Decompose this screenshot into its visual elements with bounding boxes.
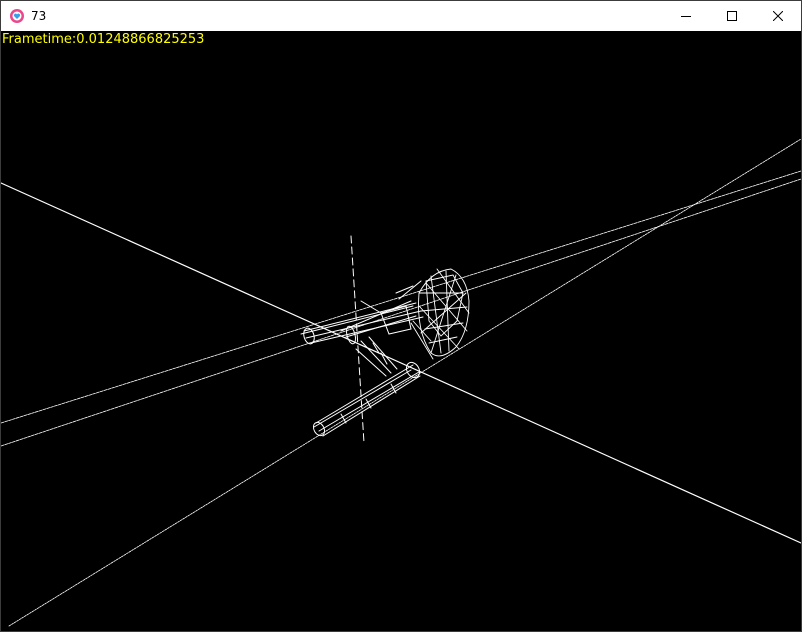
close-button[interactable] <box>755 1 801 31</box>
upper-arm-mesh <box>300 280 424 345</box>
minimize-button[interactable] <box>663 1 709 31</box>
title-bar[interactable]: 73 <box>1 1 801 31</box>
minimize-icon <box>681 16 691 17</box>
maximize-icon <box>727 11 737 21</box>
app-icon <box>9 8 25 24</box>
scene-line <box>1 178 801 447</box>
lower-arm-mesh <box>312 361 421 437</box>
close-icon <box>773 11 783 21</box>
maximize-button[interactable] <box>709 1 755 31</box>
scene-line <box>8 138 801 627</box>
strut-mesh <box>355 336 398 377</box>
frametime-readout: Frametime:0.01248866825253 <box>2 32 205 47</box>
wireframe-scene <box>1 138 801 627</box>
app-window: 73 Frametime:0.01248866825253 <box>0 0 802 632</box>
render-viewport[interactable]: Frametime:0.01248866825253 <box>1 31 801 631</box>
window-controls <box>663 1 801 31</box>
scene-line <box>1 182 801 544</box>
window-title: 73 <box>31 9 47 23</box>
